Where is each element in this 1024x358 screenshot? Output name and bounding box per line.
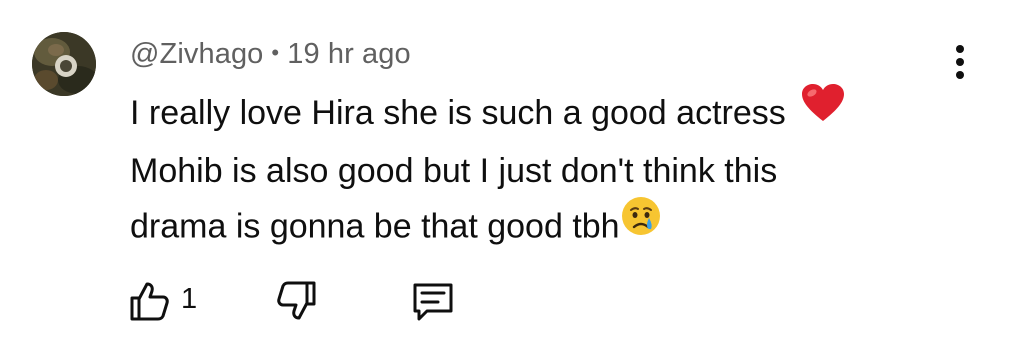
comment-meta: @Zivhago • 19 hr ago <box>130 38 411 71</box>
author-handle[interactable]: @Zivhago <box>130 38 263 70</box>
thumbs-up-icon <box>130 282 169 321</box>
dislike-button[interactable] <box>274 278 324 324</box>
crying-face-emoji <box>620 195 662 254</box>
like-count: 1 <box>181 283 198 315</box>
more-vertical-icon <box>956 45 964 79</box>
reply-comment-icon <box>413 283 453 321</box>
timestamp: 19 hr ago <box>287 38 411 70</box>
like-button[interactable]: 1 <box>126 278 216 324</box>
thumbs-down-icon <box>277 281 316 320</box>
comment-line: I really love Hira she is such a good ac… <box>130 83 930 144</box>
avatar-image <box>32 32 96 96</box>
red-heart-emoji <box>801 83 845 140</box>
comment-card: @Zivhago • 19 hr ago I really love Hira sh… <box>0 0 1024 358</box>
reply-button[interactable] <box>410 278 460 324</box>
comment-line: drama is gonna be that good tbh <box>130 196 930 258</box>
comment-text: I really love Hira she is such a good ac… <box>130 83 930 258</box>
comment-line: Mohib is also good but I just don't thin… <box>130 151 778 190</box>
more-options-button[interactable] <box>944 40 976 88</box>
meta-separator: • <box>271 40 280 65</box>
avatar[interactable] <box>32 32 96 96</box>
